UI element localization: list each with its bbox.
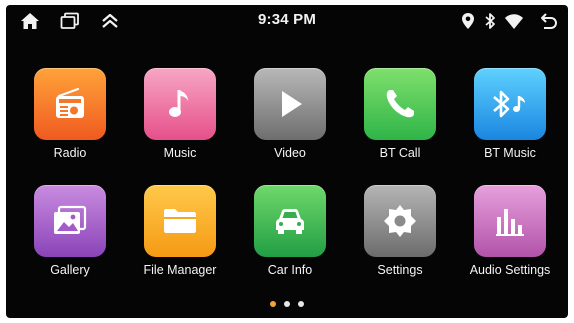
bluetooth-music-icon — [493, 90, 525, 118]
app-bt-music[interactable]: BT Music — [455, 68, 565, 172]
app-grid: Radio Music Video BT Call BT Music Galle… — [6, 5, 568, 318]
page-dot[interactable] — [270, 301, 276, 307]
app-label: Audio Settings — [469, 263, 551, 277]
app-tile[interactable] — [34, 185, 106, 257]
app-video[interactable]: Video — [235, 68, 345, 172]
app-tile[interactable] — [474, 185, 546, 257]
app-label: File Manager — [143, 263, 217, 277]
app-label: BT Call — [379, 146, 421, 160]
app-label: Video — [274, 146, 306, 160]
play-icon — [282, 91, 302, 117]
head-unit-screen: 9:34 PM Radio Music Video BT Call BT Mus… — [6, 5, 568, 318]
folder-icon — [164, 209, 196, 233]
app-radio[interactable]: Radio — [15, 68, 125, 172]
app-gallery[interactable]: Gallery — [15, 185, 125, 289]
app-label: Settings — [377, 263, 423, 277]
app-music[interactable]: Music — [125, 68, 235, 172]
app-label: Music — [163, 146, 197, 160]
app-car-info[interactable]: Car Info — [235, 185, 345, 289]
equalizer-icon — [496, 209, 524, 236]
gear-icon — [384, 205, 416, 237]
app-audio-settings[interactable]: Audio Settings — [455, 185, 565, 289]
app-label: Car Info — [267, 263, 313, 277]
app-tile[interactable] — [144, 68, 216, 140]
app-tile[interactable] — [364, 185, 436, 257]
app-tile[interactable] — [144, 185, 216, 257]
app-label: Radio — [53, 146, 87, 160]
phone-icon — [386, 90, 414, 118]
radio-icon — [56, 87, 84, 118]
car-icon — [276, 209, 304, 234]
page-dot[interactable] — [284, 301, 290, 307]
app-label: BT Music — [484, 146, 536, 160]
gallery-icon — [54, 205, 87, 234]
app-file-manager[interactable]: File Manager — [125, 185, 235, 289]
page-dot[interactable] — [298, 301, 304, 307]
app-label: Gallery — [50, 263, 90, 277]
page-indicator — [6, 301, 568, 311]
app-bt-call[interactable]: BT Call — [345, 68, 455, 172]
music-note-icon — [169, 90, 188, 117]
app-settings[interactable]: Settings — [345, 185, 455, 289]
app-tile[interactable] — [254, 68, 326, 140]
app-tile[interactable] — [474, 68, 546, 140]
app-tile[interactable] — [34, 68, 106, 140]
app-tile[interactable] — [254, 185, 326, 257]
app-tile[interactable] — [364, 68, 436, 140]
